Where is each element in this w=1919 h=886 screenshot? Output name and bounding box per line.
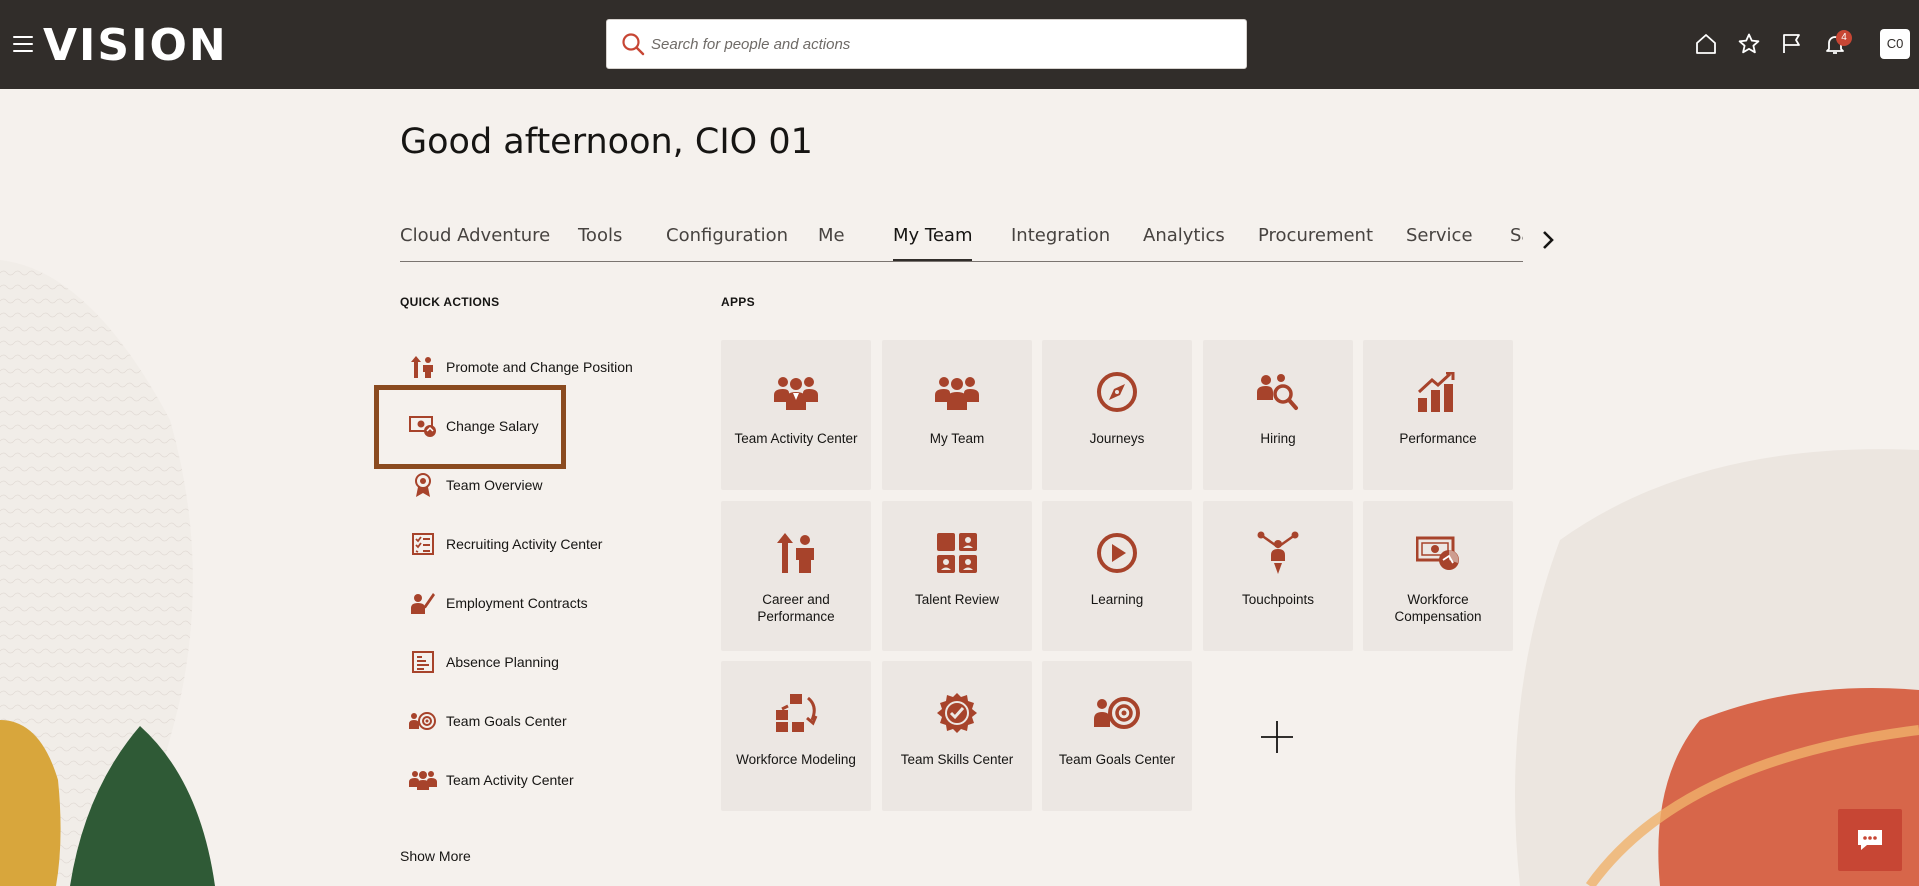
tab-service[interactable]: Service — [1406, 225, 1473, 261]
app-tile-team-skills-center[interactable]: Team Skills Center — [882, 661, 1032, 811]
page-greeting: Good afternoon, CIO 01 — [400, 122, 813, 162]
vision-logo[interactable]: VISION — [43, 18, 228, 74]
app-tile-label: Talent Review — [914, 592, 1000, 607]
quick-action-absence-planning[interactable]: Absence Planning — [400, 642, 640, 682]
tab-my-team[interactable]: My Team — [893, 225, 973, 261]
tab-analytics[interactable]: Analytics — [1143, 225, 1225, 261]
springboard-tabs: Cloud Adventure Tools Configuration Me M… — [400, 220, 1523, 262]
app-tile-label: Team Activity Center — [734, 431, 858, 446]
tab-integration[interactable]: Integration — [1011, 225, 1110, 261]
tab-sales[interactable]: Sales — [1510, 225, 1523, 261]
calendar-icon — [400, 650, 446, 674]
promote-icon — [721, 531, 871, 575]
quick-action-label: Promote and Change Position — [446, 359, 633, 375]
app-tile-label: Workforce Compensation — [1394, 592, 1482, 624]
goals-icon — [400, 709, 446, 733]
app-tile-workforce-modeling[interactable]: Workforce Modeling — [721, 661, 871, 811]
app-tile-label: Team Skills Center — [900, 752, 1014, 767]
team-icon — [882, 370, 1032, 414]
app-tile-team-goals-center[interactable]: Team Goals Center — [1042, 661, 1192, 811]
highlight-box — [374, 385, 566, 469]
app-tile-label: Workforce Modeling — [736, 752, 856, 767]
badge-icon — [400, 472, 446, 498]
contract-icon — [400, 590, 446, 616]
quick-action-team-activity[interactable]: Team Activity Center — [400, 760, 640, 800]
promote-icon — [400, 354, 446, 380]
quick-action-employment-contracts[interactable]: Employment Contracts — [400, 583, 640, 623]
grid-people-icon — [882, 531, 1032, 575]
app-tile-journeys[interactable]: Journeys — [1042, 340, 1192, 490]
app-tile-label: Learning — [1090, 592, 1144, 607]
show-more-link[interactable]: Show More — [400, 848, 471, 864]
quick-action-promote[interactable]: Promote and Change Position — [400, 347, 640, 387]
app-tile-label: My Team — [929, 431, 985, 446]
app-tile-team-activity-center[interactable]: Team Activity Center — [721, 340, 871, 490]
quick-action-recruiting[interactable]: Recruiting Activity Center — [400, 524, 640, 564]
app-tile-label: Hiring — [1260, 431, 1296, 446]
quick-action-team-overview[interactable]: Team Overview — [400, 465, 640, 505]
chat-button[interactable] — [1838, 809, 1902, 871]
flag-icon[interactable] — [1778, 30, 1806, 58]
seal-check-icon — [882, 691, 1032, 735]
tab-cloud-adventure[interactable]: Cloud Adventure — [400, 225, 550, 261]
quick-action-label: Employment Contracts — [446, 595, 588, 611]
app-tile-performance[interactable]: Performance — [1363, 340, 1513, 490]
quick-actions-heading: QUICK ACTIONS — [400, 295, 500, 309]
chat-icon — [1858, 830, 1882, 850]
global-search[interactable] — [606, 19, 1247, 69]
chart-icon — [1363, 370, 1513, 414]
app-tile-talent-review[interactable]: Talent Review — [882, 501, 1032, 651]
home-icon[interactable] — [1692, 30, 1720, 58]
app-tile-my-team[interactable]: My Team — [882, 340, 1032, 490]
search-icon — [622, 33, 645, 56]
apps-heading: APPS — [721, 295, 755, 309]
app-tile-label: Team Goals Center — [1058, 752, 1176, 767]
plus-icon — [1261, 721, 1293, 753]
menu-icon[interactable] — [13, 36, 33, 52]
app-tile-label: Journeys — [1089, 431, 1145, 446]
app-tile-touchpoints[interactable]: Touchpoints — [1203, 501, 1353, 651]
hiring-icon — [1203, 370, 1353, 414]
user-avatar[interactable]: C0 — [1880, 29, 1910, 59]
tab-configuration[interactable]: Configuration — [666, 225, 788, 261]
quick-action-label: Team Overview — [446, 477, 543, 493]
team-icon — [721, 370, 871, 414]
app-tile-learning[interactable]: Learning — [1042, 501, 1192, 651]
tab-me[interactable]: Me — [818, 225, 845, 261]
compass-icon — [1042, 370, 1192, 414]
team-icon — [400, 769, 446, 791]
play-icon — [1042, 531, 1192, 575]
quick-action-team-goals[interactable]: Team Goals Center — [400, 701, 640, 741]
modeling-icon — [721, 691, 871, 735]
quick-action-label: Recruiting Activity Center — [446, 536, 603, 552]
checklist-icon — [400, 532, 446, 556]
app-tile-workforce-compensation[interactable]: Workforce Compensation — [1363, 501, 1513, 651]
app-tile-career-and-performance[interactable]: Career and Performance — [721, 501, 871, 651]
search-input[interactable] — [645, 20, 1235, 68]
quick-action-label: Team Goals Center — [446, 713, 567, 729]
goals-icon — [1042, 691, 1192, 735]
global-header: VISION 4 C0 — [0, 0, 1919, 89]
app-tile-hiring[interactable]: Hiring — [1203, 340, 1353, 490]
chevron-right-icon[interactable] — [1536, 228, 1560, 252]
quick-action-label: Team Activity Center — [446, 772, 574, 788]
salary-icon — [1363, 531, 1513, 575]
tab-procurement[interactable]: Procurement — [1258, 225, 1373, 261]
touchpoints-icon — [1203, 531, 1353, 575]
quick-action-label: Absence Planning — [446, 654, 559, 670]
app-tile-label: Touchpoints — [1241, 592, 1315, 607]
tab-tools[interactable]: Tools — [578, 225, 622, 261]
app-tile-label: Career and Performance — [757, 592, 835, 624]
add-app-button[interactable] — [1202, 662, 1352, 812]
star-icon[interactable] — [1735, 30, 1763, 58]
app-tile-label: Performance — [1399, 431, 1477, 446]
notification-count-badge: 4 — [1836, 30, 1852, 46]
